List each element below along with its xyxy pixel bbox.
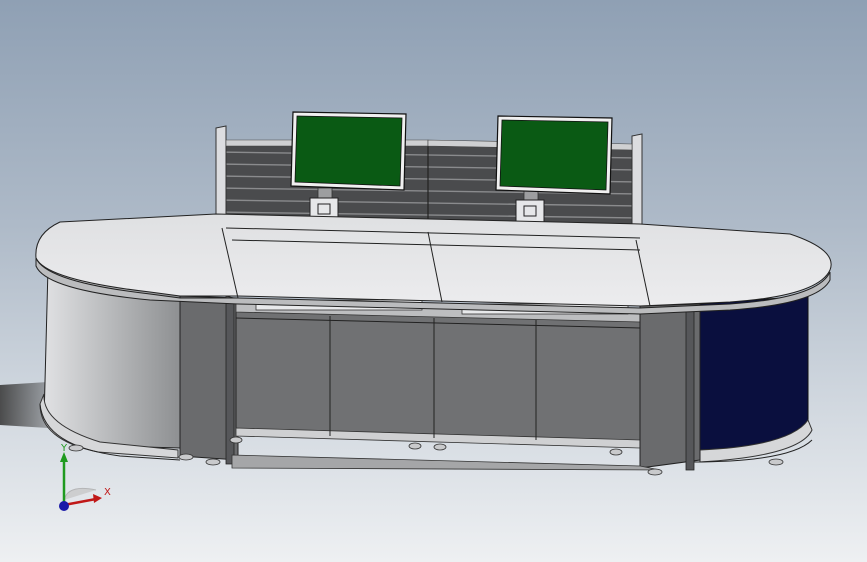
cad-viewport[interactable]: Y X: [0, 0, 867, 562]
x-axis-label: X: [104, 487, 111, 498]
z-axis-point-icon: [59, 501, 69, 511]
y-axis-label: Y: [61, 443, 68, 454]
console-desk-model[interactable]: [0, 0, 867, 562]
right-end-cabinet: [689, 295, 813, 463]
x-axis-arrow-icon: [93, 494, 102, 503]
x-axis-line: [63, 497, 97, 507]
triad-rotation-arc: [63, 487, 97, 501]
coordinate-triad[interactable]: [59, 452, 102, 511]
desk-top: [35, 213, 832, 315]
